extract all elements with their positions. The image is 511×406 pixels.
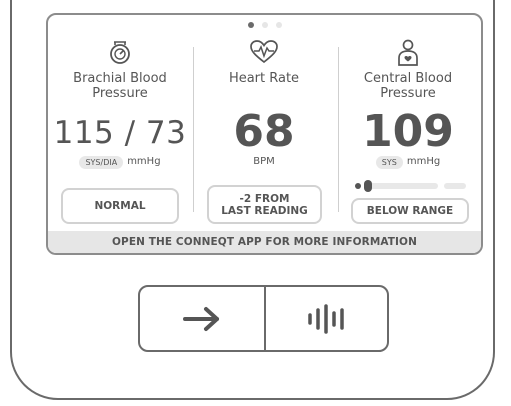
display-screen: Brachial Blood Pressure 115 / 73 SYS/DIA… [46,13,483,255]
range-bar-main [366,183,438,189]
brachial-bp-title: Brachial Blood Pressure [73,71,167,101]
gauge-icon [50,39,190,65]
range-indicator-tail [355,183,361,189]
central-bp-unit: mmHg [406,156,441,167]
heart-rate-status-badge: -2 FROM LAST READING [207,185,322,224]
person-heart-icon [338,39,478,66]
heart-rate-unit: BPM [253,156,275,167]
waveform-icon [308,303,344,334]
heart-rate-value: 68 [233,106,295,157]
arrow-right-icon [183,306,219,331]
heart-rate-panel: Heart Rate 68 BPM -2 FROM LAST READING [194,15,334,235]
range-level-marker [363,180,372,192]
brachial-bp-units: SYS/DIA mmHg [50,155,190,170]
central-bp-title: Central Blood Pressure [363,71,453,101]
next-button[interactable] [140,287,264,350]
device-button-group [138,285,389,352]
brachial-bp-value: 115 / 73 [53,115,187,151]
brachial-status-badge: NORMAL [61,188,179,224]
app-info-footer: OPEN THE CONNEQT APP FOR MORE INFORMATIO… [48,231,481,253]
heart-rate-title: Heart Rate [228,71,300,86]
central-status-badge: BELOW RANGE [351,198,469,224]
range-bar-high [444,183,466,189]
central-bp-units: SYS mmHg [338,155,478,170]
brachial-bp-panel: Brachial Blood Pressure 115 / 73 SYS/DIA… [50,15,190,235]
heart-pulse-icon [194,39,334,65]
audio-button[interactable] [266,287,390,350]
sys-badge: SYS [375,155,403,169]
brachial-bp-unit: mmHg [127,156,161,167]
central-bp-panel: Central Blood Pressure 109 SYS mmHg BELOW… [338,15,478,235]
central-bp-value: 109 [362,106,454,157]
sys-dia-badge: SYS/DIA [79,155,124,169]
